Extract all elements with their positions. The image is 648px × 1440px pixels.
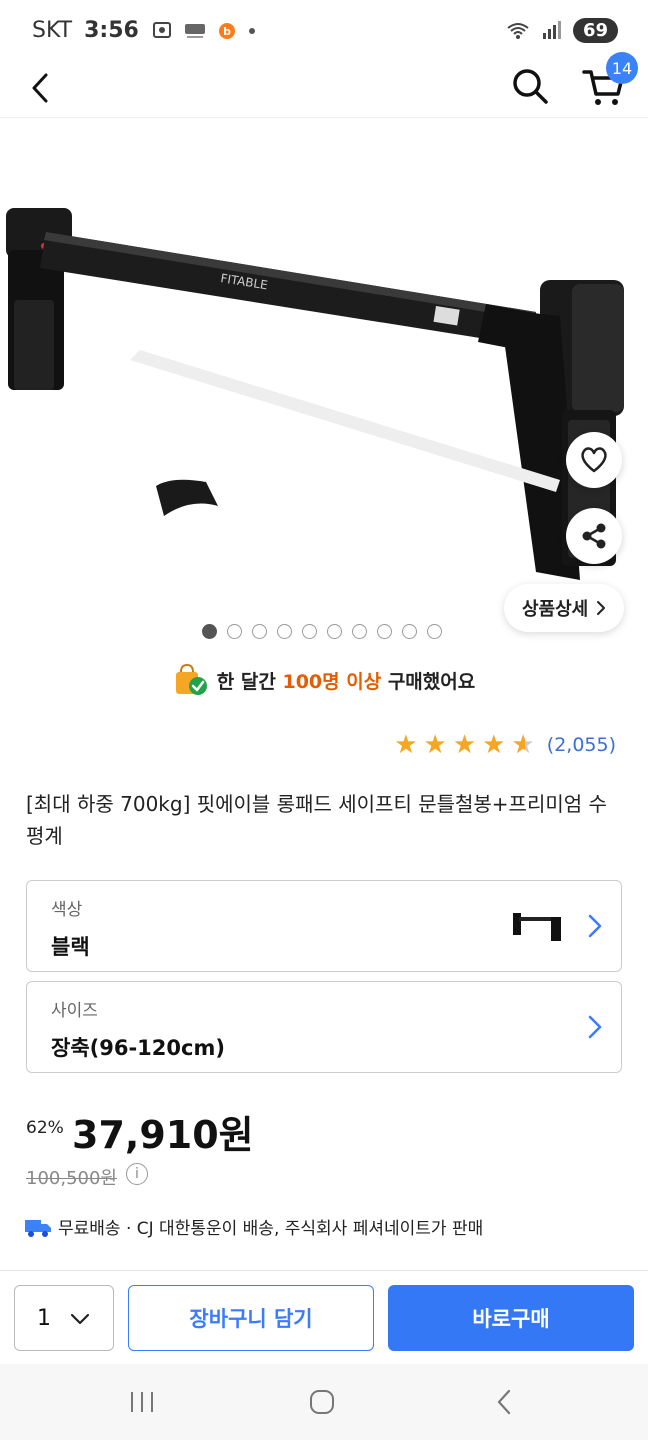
purchase-bar: 1 장바구니 담기 바로구매 [0, 1270, 648, 1364]
chevron-right-icon [588, 914, 602, 938]
status-left: SKT 3:56 b [32, 18, 257, 43]
bank-app-icon [184, 24, 205, 38]
review-count-link[interactable]: (2,055) [547, 734, 616, 756]
product-detail-label: 상품상세 [522, 599, 589, 620]
pagination-dot[interactable] [352, 624, 367, 639]
clock: 3:56 [84, 17, 139, 43]
screenshot-icon [152, 22, 171, 38]
cart-count-badge: 14 [606, 52, 638, 84]
carrier-label: SKT [32, 17, 73, 43]
recent-apps-icon [131, 1392, 153, 1412]
buy-now-button[interactable]: 바로구매 [388, 1285, 634, 1351]
star-icon: ★ [452, 730, 477, 760]
home-button[interactable] [292, 1384, 352, 1420]
sale-price: 37,910원 [72, 1113, 254, 1157]
half-star-icon: ★ [511, 732, 534, 758]
app-header [0, 60, 648, 118]
option-color-label: 색상 [51, 900, 83, 920]
recent-apps-button[interactable] [112, 1384, 172, 1420]
search-button[interactable] [508, 64, 552, 108]
share-icon [582, 523, 606, 549]
status-right: 69 [505, 17, 618, 43]
pagination-dot[interactable] [252, 624, 267, 639]
image-pagination [202, 624, 442, 639]
purchase-stat-suffix: 구매했어요 [387, 670, 476, 693]
pagination-dot[interactable] [302, 624, 317, 639]
shipping-info: 무료배송 · CJ 대한통운이 배송, 주식회사 페셔네이트가 판매 [24, 1214, 483, 1239]
discount-rate: 62% [26, 1118, 64, 1138]
pagination-dot[interactable] [277, 624, 292, 639]
app-notification-icon: b [218, 23, 235, 39]
star-icon: ★ [482, 730, 506, 760]
rating[interactable]: ★ ★ ★ ★ ★ (2,055) [394, 732, 616, 758]
shopping-bag-check-icon [175, 663, 207, 695]
pull-up-bar-illustration: FITABLE [6, 208, 624, 580]
delivery-truck-icon [25, 1219, 51, 1237]
option-thumbnail [513, 913, 561, 941]
original-price: 100,500원 [26, 1168, 117, 1189]
search-icon [513, 69, 548, 104]
purchase-stat-highlight: 100명 이상 [282, 670, 382, 693]
star-icon: ★ [423, 730, 447, 760]
product-detail-button[interactable]: 상품상세 [504, 584, 625, 632]
chevron-down-icon [70, 1313, 90, 1325]
option-size-value: 장축(96-120cm) [51, 1036, 225, 1060]
system-nav-bar [0, 1364, 648, 1440]
wifi-icon [507, 23, 529, 39]
pagination-dot[interactable] [327, 624, 342, 639]
add-to-cart-button[interactable]: 장바구니 담기 [128, 1285, 374, 1351]
pagination-dot[interactable] [427, 624, 442, 639]
notification-icons: b [151, 19, 257, 41]
more-notifications-dot-icon [248, 28, 255, 34]
info-icon[interactable]: i [126, 1163, 148, 1185]
home-icon [310, 1390, 334, 1414]
option-color-value: 블랙 [51, 935, 90, 959]
product-title: [최대 하중 700kg] 핏에이블 롱패드 세이프티 문틀철봉+프리미엄 수평… [26, 792, 607, 848]
back-arrow-icon [497, 1389, 511, 1415]
system-back-button[interactable] [474, 1384, 534, 1420]
pagination-dot[interactable] [402, 624, 417, 639]
wishlist-button[interactable] [566, 432, 622, 488]
pagination-dot[interactable] [227, 624, 242, 639]
svg-text:b: b [223, 25, 231, 38]
signal-icon [542, 21, 561, 39]
battery-indicator: 69 [572, 17, 618, 43]
quantity-select[interactable]: 1 [14, 1285, 114, 1351]
quantity-value: 1 [37, 1305, 51, 1331]
back-button[interactable] [20, 68, 60, 108]
chevron-right-icon [588, 1015, 602, 1039]
option-color-select[interactable]: 색상 블랙 [26, 880, 622, 972]
product-image[interactable]: FITABLE [0, 120, 648, 640]
purchase-stat: 한 달간 100명 이상 구매했어요 [0, 660, 648, 700]
share-button[interactable] [566, 508, 622, 564]
heart-icon [581, 447, 607, 473]
pagination-dot[interactable] [377, 624, 392, 639]
chevron-right-icon [597, 601, 606, 615]
chevron-left-icon [32, 73, 48, 103]
purchase-stat-prefix: 한 달간 [216, 670, 276, 693]
option-size-select[interactable]: 사이즈 장축(96-120cm) [26, 981, 622, 1073]
status-bar: SKT 3:56 b 69 [0, 0, 648, 60]
pagination-dot[interactable] [202, 624, 217, 639]
option-size-label: 사이즈 [51, 1001, 98, 1021]
star-icon: ★ [394, 730, 418, 760]
shipping-text: 무료배송 · CJ 대한통운이 배송, 주식회사 페셔네이트가 판매 [58, 1219, 484, 1239]
